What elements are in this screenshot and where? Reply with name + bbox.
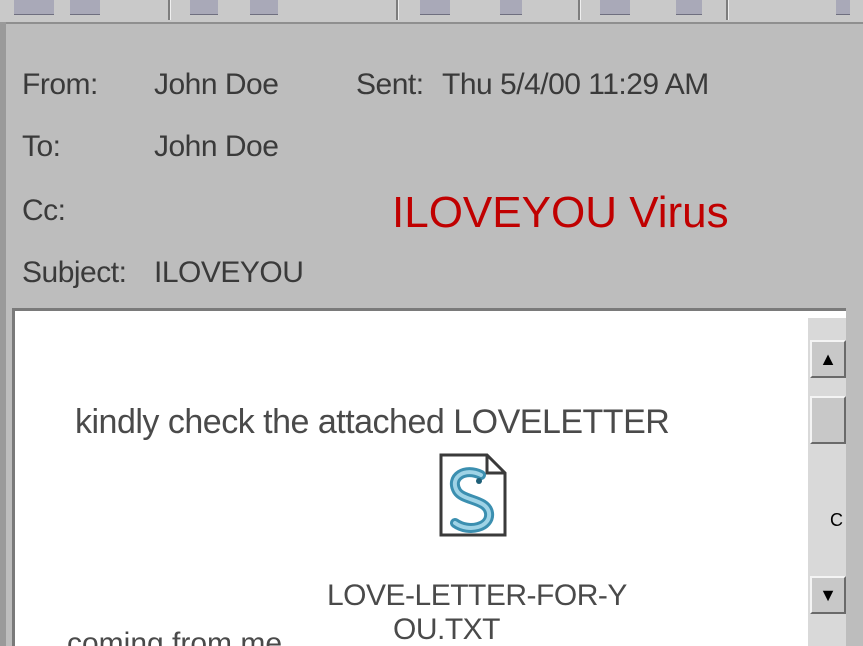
subject-label: Subject: — [22, 256, 127, 289]
message-body-frame: kindly check the attached LOVELETTER LOV… — [12, 308, 849, 646]
toolbar — [0, 0, 863, 24]
toolbar-button-address-book[interactable] — [676, 0, 702, 15]
vertical-scrollbar[interactable]: ▲ C ▼ — [808, 318, 846, 646]
toolbar-button-print[interactable] — [250, 0, 278, 15]
script-file-icon[interactable] — [435, 453, 509, 537]
slide-title: ILOVEYOU Virus — [392, 188, 729, 237]
attachment-name-line2: OU.TXT — [393, 613, 501, 646]
toolbar-separator — [578, 0, 580, 20]
from-value[interactable]: John Doe — [154, 68, 279, 102]
toolbar-separator — [168, 0, 170, 20]
body-text: kindly check the attached LOVELETTER — [75, 403, 670, 441]
message-header: From: John Doe Sent: Thu 5/4/00 11:29 AM… — [6, 24, 863, 304]
toolbar-button-delete[interactable] — [420, 0, 450, 15]
toolbar-button-reply[interactable] — [14, 0, 54, 15]
window-frame-right — [846, 308, 863, 646]
scroll-down-arrow-icon[interactable]: ▼ — [810, 576, 846, 614]
sent-value: Thu 5/4/00 11:29 AM — [442, 68, 709, 101]
email-window: From: John Doe Sent: Thu 5/4/00 11:29 AM… — [0, 0, 863, 646]
toolbar-button-next[interactable] — [600, 0, 630, 15]
subject-value: ILOVEYOU — [154, 256, 304, 289]
closing-text: coming from me. — [67, 627, 291, 646]
toolbar-button-reply-all[interactable] — [70, 0, 100, 15]
to-label: To: — [22, 130, 61, 163]
attachment-name-line1: LOVE-LETTER-FOR-Y — [327, 579, 627, 612]
to-value[interactable]: John Doe — [154, 130, 279, 164]
from-label: From: — [22, 68, 98, 101]
attachment-name[interactable]: LOVE-LETTER-FOR-Y OU.TXT — [327, 579, 627, 646]
scrollbar-letter: C — [830, 510, 843, 530]
sent-label: Sent: — [356, 68, 424, 101]
toolbar-separator — [726, 0, 728, 20]
toolbar-button-previous[interactable] — [500, 0, 522, 15]
toolbar-button-forward[interactable] — [190, 0, 218, 15]
scroll-thumb[interactable] — [810, 396, 846, 444]
toolbar-separator — [396, 0, 398, 20]
cc-label: Cc: — [22, 194, 66, 227]
scroll-up-arrow-icon[interactable]: ▲ — [810, 340, 846, 378]
message-body[interactable]: kindly check the attached LOVELETTER LOV… — [15, 311, 809, 646]
toolbar-button-help[interactable] — [836, 0, 850, 15]
